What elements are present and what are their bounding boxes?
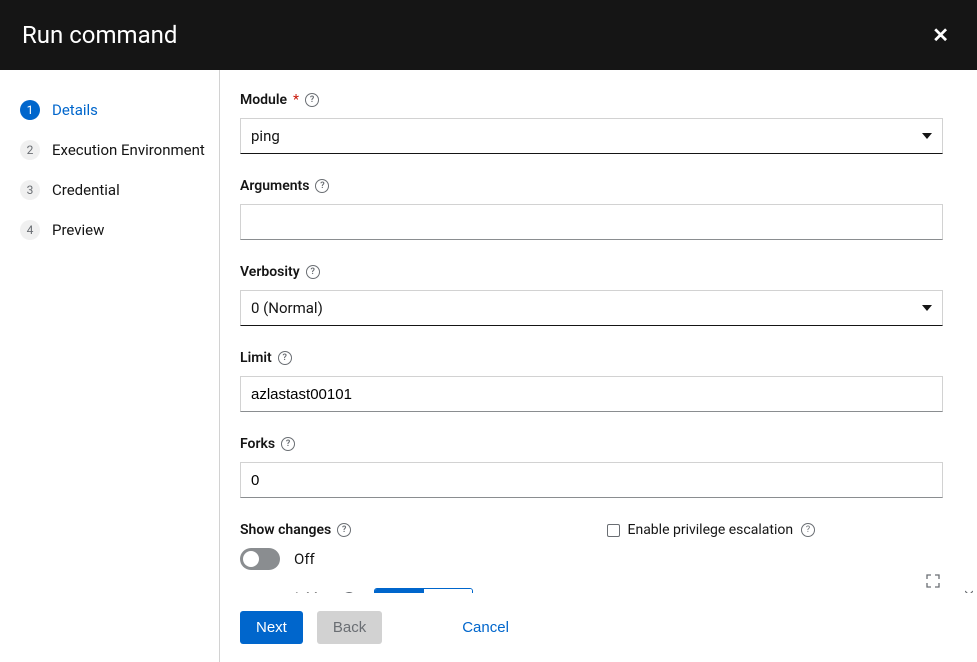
chevron-down-icon — [922, 133, 932, 139]
arguments-label-row: Arguments ? — [240, 178, 943, 194]
step-label: Credential — [52, 181, 120, 199]
help-icon[interactable]: ? — [315, 179, 329, 193]
forks-label-row: Forks ? — [240, 436, 943, 452]
checkbox-label: Enable privilege escalation — [628, 522, 794, 538]
verbosity-group: Verbosity ? 0 (Normal) — [240, 264, 943, 326]
required-indicator: * — [293, 92, 299, 108]
back-button: Back — [317, 611, 382, 644]
help-icon[interactable]: ? — [342, 592, 356, 594]
wizard-step-credential[interactable]: 3 Credential — [16, 170, 209, 210]
module-label-row: Module * ? — [240, 92, 943, 108]
privilege-checkbox[interactable] — [607, 524, 620, 537]
select-value: ping — [251, 127, 280, 145]
module-group: Module * ? ping — [240, 92, 943, 154]
modal-title: Run command — [22, 21, 177, 49]
field-label: Show changes — [240, 522, 331, 538]
expand-icon[interactable] — [925, 573, 941, 589]
wizard-sidebar: 1 Details 2 Execution Environment 3 Cred… — [0, 70, 220, 662]
step-number-badge: 4 — [20, 220, 40, 240]
field-label: Extra variables — [240, 591, 332, 594]
toggle-knob — [243, 551, 259, 567]
yaml-tab[interactable]: YAML — [375, 589, 424, 593]
limit-group: Limit ? — [240, 350, 943, 412]
json-tab[interactable]: JSON — [424, 589, 472, 593]
forks-input[interactable] — [240, 462, 943, 498]
forks-group: Forks ? — [240, 436, 943, 498]
cancel-button[interactable]: Cancel — [446, 611, 525, 644]
field-label: Module — [240, 92, 287, 108]
step-number-badge: 2 — [20, 140, 40, 160]
form-scroll-area[interactable]: Module * ? ping Arguments ? Verbosit — [220, 70, 977, 593]
help-icon[interactable]: ? — [801, 523, 815, 537]
modal-body: 1 Details 2 Execution Environment 3 Cred… — [0, 70, 977, 662]
arguments-group: Arguments ? — [240, 178, 943, 240]
step-number-badge: 3 — [20, 180, 40, 200]
module-select[interactable]: ping — [240, 118, 943, 154]
wizard-step-preview[interactable]: 4 Preview — [16, 210, 209, 250]
modal-header: Run command ✕ — [0, 0, 977, 70]
step-label: Execution Environment — [52, 141, 205, 159]
field-label: Limit — [240, 350, 272, 366]
toggle-state-label: Off — [294, 550, 315, 568]
help-icon[interactable]: ? — [337, 523, 351, 537]
show-changes-label-row: Show changes ? — [240, 522, 577, 538]
help-icon[interactable]: ? — [281, 437, 295, 451]
verbosity-label-row: Verbosity ? — [240, 264, 943, 280]
select-value: 0 (Normal) — [251, 299, 323, 317]
wizard-footer: Next Back Cancel — [220, 593, 977, 662]
privilege-checkbox-row: Enable privilege escalation ? — [607, 522, 944, 538]
options-row: Show changes ? Off Enable privilege esca… — [240, 522, 943, 570]
step-label: Preview — [52, 221, 104, 239]
next-button[interactable]: Next — [240, 611, 303, 644]
field-label: Verbosity — [240, 264, 300, 280]
extra-variables-row: Extra variables ? YAML JSON — [240, 588, 943, 593]
show-changes-toggle-row: Off — [240, 548, 577, 570]
help-icon[interactable]: ? — [278, 351, 292, 365]
step-label: Details — [52, 101, 98, 119]
close-icon[interactable]: ✕ — [926, 17, 955, 53]
help-icon[interactable]: ? — [305, 93, 319, 107]
format-toggle: YAML JSON — [374, 588, 473, 593]
limit-input[interactable] — [240, 376, 943, 412]
show-changes-col: Show changes ? Off — [240, 522, 577, 570]
help-icon[interactable]: ? — [306, 265, 320, 279]
scroll-down-indicator — [965, 585, 973, 593]
limit-label-row: Limit ? — [240, 350, 943, 366]
arguments-input[interactable] — [240, 204, 943, 240]
privilege-col: Enable privilege escalation ? — [607, 522, 944, 570]
main-panel: Module * ? ping Arguments ? Verbosit — [220, 70, 977, 662]
field-label: Arguments — [240, 178, 309, 194]
step-number-badge: 1 — [20, 100, 40, 120]
chevron-down-icon — [922, 305, 932, 311]
verbosity-select[interactable]: 0 (Normal) — [240, 290, 943, 326]
wizard-step-execution-environment[interactable]: 2 Execution Environment — [16, 130, 209, 170]
wizard-step-details[interactable]: 1 Details — [16, 90, 209, 130]
show-changes-toggle[interactable] — [240, 548, 280, 570]
field-label: Forks — [240, 436, 275, 452]
